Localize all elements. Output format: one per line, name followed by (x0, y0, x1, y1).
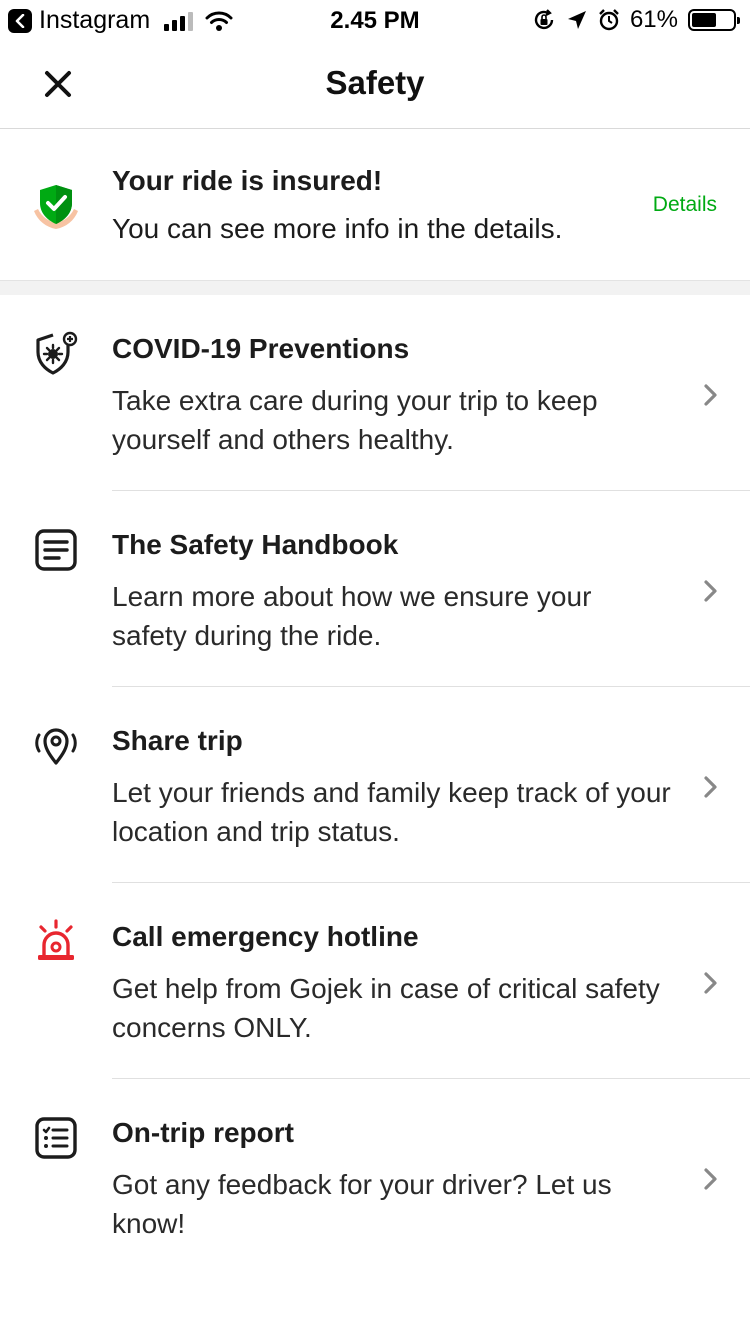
insured-banner: Your ride is insured! You can see more i… (0, 129, 750, 281)
item-description: Learn more about how we ensure your safe… (112, 581, 592, 651)
battery-icon (688, 9, 740, 31)
rotation-lock-icon (534, 9, 554, 30)
item-title: The Safety Handbook (112, 529, 399, 560)
insured-shield-hands-icon (34, 185, 78, 229)
item-description: Get help from Gojek in case of critical … (112, 973, 660, 1043)
section-divider (0, 281, 750, 295)
chevron-right-icon (704, 972, 717, 994)
emergency-siren-icon (38, 919, 74, 960)
list-item-safety-handbook[interactable]: The Safety Handbook Learn more about how… (0, 491, 750, 687)
chevron-right-icon (704, 580, 717, 602)
insured-title: Your ride is insured! (112, 165, 383, 196)
item-description: Got any feedback for your driver? Let us… (112, 1169, 612, 1239)
battery-fill (692, 13, 717, 27)
virus-shield-icon (36, 331, 78, 375)
list-item-emergency-hotline[interactable]: Call emergency hotline Get help from Goj… (0, 883, 750, 1079)
item-title: Call emergency hotline (112, 921, 419, 952)
header: Safety (0, 42, 750, 129)
status-bar-right: 61% (532, 6, 740, 34)
battery-percentage: 61% (629, 6, 678, 33)
alarm-icon (599, 9, 619, 31)
share-location-icon (35, 728, 77, 765)
location-arrow-icon (567, 11, 586, 29)
list-item-covid-preventions[interactable]: COVID-19 Preventions Take extra care dur… (0, 295, 750, 491)
handbook-icon (35, 529, 77, 571)
item-description: Let your friends and family keep track o… (112, 777, 671, 847)
chevron-right-icon (704, 776, 717, 798)
list-item-share-trip[interactable]: Share trip Let your friends and family k… (0, 687, 750, 883)
item-title: COVID-19 Preventions (112, 333, 410, 364)
item-description: Take extra care during your trip to keep… (112, 385, 598, 455)
item-title: On-trip report (112, 1117, 294, 1148)
chevron-right-icon (704, 1168, 717, 1190)
status-bar: Instagram 2.45 PM 61% (0, 0, 750, 42)
list-item-on-trip-report[interactable]: On-trip report Got any feedback for your… (0, 1079, 750, 1275)
safety-options-list: COVID-19 Preventions Take extra care dur… (0, 295, 750, 1275)
chevron-right-icon (704, 384, 717, 406)
page-title: Safety (325, 64, 425, 101)
item-title: Share trip (112, 725, 243, 756)
report-list-icon (35, 1117, 77, 1159)
details-link[interactable]: Details (653, 193, 717, 217)
insured-description: You can see more info in the details. (112, 213, 563, 244)
